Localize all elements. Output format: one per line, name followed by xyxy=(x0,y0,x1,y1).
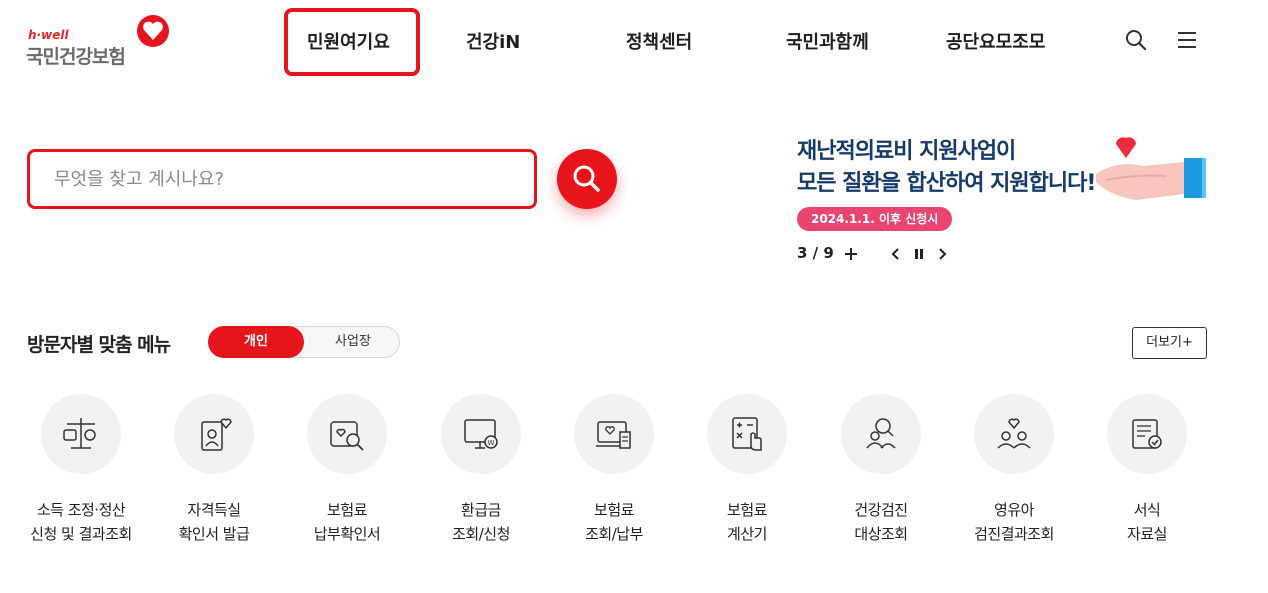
menu-icon-circle: W xyxy=(441,394,521,474)
menu-label-line1: 건강검진 xyxy=(854,501,908,519)
family-heart-icon xyxy=(997,418,1031,449)
calculator-icon xyxy=(732,417,762,451)
menu-item-eligibility-certificate[interactable]: 자격득실 확인서 발급 xyxy=(154,394,274,554)
menu-icon-circle xyxy=(974,394,1054,474)
menu-label: 서식 자료실 xyxy=(1087,498,1207,546)
menu-icon-circle xyxy=(307,394,387,474)
gnb-item-policy-center[interactable]: 정책센터 xyxy=(626,28,692,54)
menu-label-line1: 보험료 xyxy=(594,501,634,519)
certificate-icon xyxy=(201,418,232,451)
menu-label-line2: 신청 및 결과조회 xyxy=(30,525,132,543)
search-icon xyxy=(573,165,600,192)
banner-title-line1: 재난적의료비 지원사업이 xyxy=(797,139,1016,164)
menu-label: 영유아 검진결과조회 xyxy=(954,498,1074,546)
menu-icon-circle xyxy=(707,394,787,474)
more-button[interactable]: 더보기+ xyxy=(1132,327,1207,359)
menu-item-infant-checkup[interactable]: 영유아 검진결과조회 xyxy=(954,394,1074,554)
menu-label-line2: 조회/납부 xyxy=(585,525,643,543)
banner-title[interactable]: 재난적의료비 지원사업이 모든 질환을 합산하여 지원합니다! xyxy=(797,136,1096,200)
gnb-item-with-citizens[interactable]: 국민과함께 xyxy=(786,28,869,54)
section-title: 방문자별 맞춤 메뉴 xyxy=(27,334,171,356)
heart-hand-illustration xyxy=(1096,137,1206,200)
scale-icon xyxy=(63,418,96,449)
search-input[interactable] xyxy=(54,164,494,194)
chevron-left-icon[interactable] xyxy=(886,244,904,264)
menu-label-line1: 보험료 xyxy=(727,501,767,519)
menu-item-premium-inquiry[interactable]: 보험료 조회/납부 xyxy=(554,394,674,554)
menu-label-line2: 확인서 발급 xyxy=(178,525,250,543)
menu-label-line1: 영유아 xyxy=(994,501,1034,519)
menu-icon-circle xyxy=(1107,394,1187,474)
people-search-icon xyxy=(866,418,896,449)
search-button[interactable] xyxy=(557,149,617,209)
gnb-item-civil-service[interactable]: 민원여기요 xyxy=(307,28,390,54)
banner-badge: 2024.1.1. 이후 신청시 xyxy=(797,207,953,231)
menu-label-line1: 서식 xyxy=(1133,501,1161,519)
payment-search-icon xyxy=(330,421,364,451)
menu-icon-circle xyxy=(574,394,654,474)
menu-label: 보험료 계산기 xyxy=(687,498,807,546)
menu-item-forms[interactable]: 서식 자료실 xyxy=(1087,394,1207,554)
refund-monitor-icon: W xyxy=(464,419,498,449)
menu-icon-circle xyxy=(41,394,121,474)
menu-icon-circle xyxy=(841,394,921,474)
menu-item-refund[interactable]: W 환급금 조회/신청 xyxy=(421,394,541,554)
menu-label-line1: 보험료 xyxy=(327,501,367,519)
menu-label-line1: 환급금 xyxy=(461,501,501,519)
search-box xyxy=(27,149,537,209)
menu-label-line2: 검진결과조회 xyxy=(974,525,1054,543)
menu-label: 환급금 조회/신청 xyxy=(421,498,541,546)
menu-item-income-adjustment[interactable]: 소득 조정·정산 신청 및 결과조회 xyxy=(21,394,141,554)
banner-title-line2: 모든 질환을 합산하여 지원합니다! xyxy=(797,171,1096,196)
menu-item-checkup-target[interactable]: 건강검진 대상조회 xyxy=(821,394,941,554)
toggle-business[interactable]: 사업장 xyxy=(305,327,401,357)
menu-label: 보험료 납부확인서 xyxy=(287,498,407,546)
menu-label-line2: 납부확인서 xyxy=(313,525,381,543)
menu-icon-circle xyxy=(174,394,254,474)
menu-label-line1: 소득 조정·정산 xyxy=(36,501,126,519)
menu-label: 보험료 조회/납부 xyxy=(554,498,674,546)
svg-text:W: W xyxy=(488,439,495,447)
menu-label-line2: 자료실 xyxy=(1127,525,1167,543)
laptop-document-icon xyxy=(596,421,631,449)
menu-label: 자격득실 확인서 발급 xyxy=(154,498,274,546)
gnb-item-about[interactable]: 공단요모조모 xyxy=(946,28,1045,54)
global-navigation: 민원여기요 건강iN 정책센터 국민과함께 공단요모조모 xyxy=(0,0,1268,80)
menu-label-line2: 계산기 xyxy=(727,525,767,543)
menu-item-payment-confirmation[interactable]: 보험료 납부확인서 xyxy=(287,394,407,554)
menu-item-premium-calculator[interactable]: 보험료 계산기 xyxy=(687,394,807,554)
menu-label: 소득 조정·정산 신청 및 결과조회 xyxy=(21,498,141,546)
menu-label-line1: 자격득실 xyxy=(187,501,241,519)
banner-pager: 3 / 9 xyxy=(797,244,834,262)
pause-icon[interactable] xyxy=(910,244,928,264)
menu-label-line2: 대상조회 xyxy=(854,525,908,543)
menu-label-line2: 조회/신청 xyxy=(452,525,510,543)
toggle-individual[interactable]: 개인 xyxy=(208,326,304,358)
gnb-item-health-in[interactable]: 건강iN xyxy=(466,28,520,54)
chevron-right-icon[interactable] xyxy=(934,244,952,264)
search-icon[interactable] xyxy=(1124,28,1148,52)
plus-icon[interactable] xyxy=(842,244,860,264)
form-check-icon xyxy=(1132,419,1162,449)
menu-icon[interactable] xyxy=(1175,28,1199,52)
menu-label: 건강검진 대상조회 xyxy=(821,498,941,546)
visitor-type-toggle: 개인 사업장 xyxy=(208,326,400,358)
